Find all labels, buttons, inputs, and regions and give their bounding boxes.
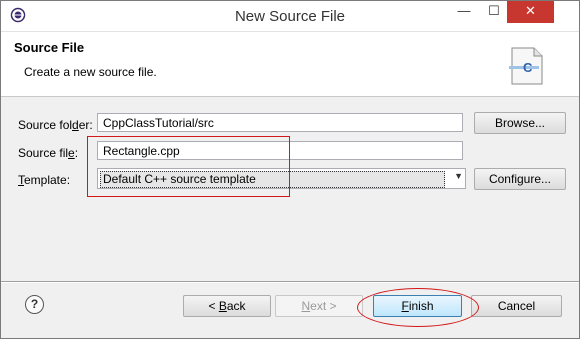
next-button[interactable]: Next > <box>275 295 363 317</box>
chevron-down-icon[interactable]: ▼ <box>454 171 463 181</box>
footer-separator <box>1 281 579 283</box>
minimize-button[interactable]: — <box>449 1 479 23</box>
dialog-window: New Source File — ☐ ✕ Source File Create… <box>0 0 580 339</box>
cancel-button[interactable]: Cancel <box>471 295 562 317</box>
help-icon[interactable]: ? <box>25 295 44 314</box>
maximize-button[interactable]: ☐ <box>479 1 509 23</box>
c-source-file-icon: C <box>509 47 543 85</box>
annotation-ellipse <box>357 288 479 327</box>
wizard-subtitle: Create a new source file. <box>24 65 157 79</box>
template-label: Template: <box>18 173 71 187</box>
wizard-header: Source File Create a new source file. C <box>1 32 579 97</box>
source-folder-input[interactable]: CppClassTutorial/src <box>97 113 463 132</box>
source-file-label: Source file: <box>18 146 79 160</box>
configure-button[interactable]: Configure... <box>474 168 566 190</box>
svg-text:C: C <box>523 60 533 75</box>
browse-button[interactable]: Browse... <box>474 112 566 134</box>
wizard-title: Source File <box>14 40 85 55</box>
back-button[interactable]: < Back <box>183 295 271 317</box>
source-folder-label: Source folder: <box>18 118 93 132</box>
close-button[interactable]: ✕ <box>507 1 554 23</box>
title-bar: New Source File — ☐ ✕ <box>1 1 579 32</box>
annotation-rectangle <box>87 136 290 197</box>
